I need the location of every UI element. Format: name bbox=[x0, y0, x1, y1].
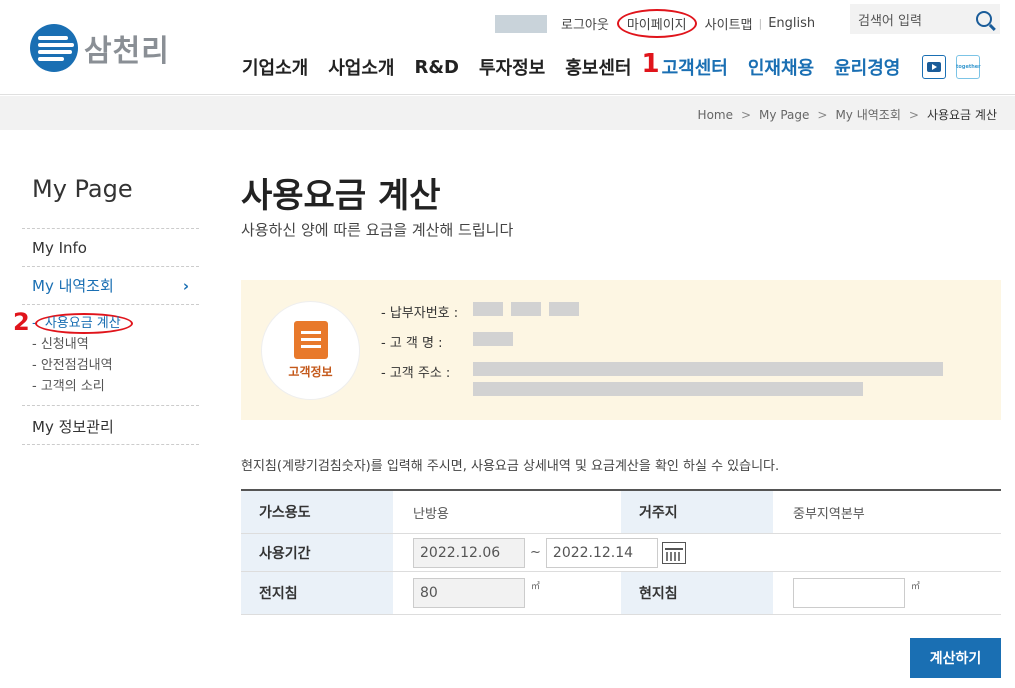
document-icon bbox=[293, 321, 328, 359]
curr-unit: ㎥ bbox=[911, 581, 921, 592]
side-nav-history[interactable]: My 내역조회 › bbox=[22, 266, 199, 304]
utility-nav: 로그아웃 마이페이지 사이트맵 | English bbox=[495, 9, 821, 38]
crumb-mypage[interactable]: My Page bbox=[759, 108, 809, 122]
side-nav-my-info-label: My Info bbox=[32, 238, 87, 257]
site-header: 삼천리 로그아웃 마이페이지 사이트맵 | English 검색어 입력 기업소… bbox=[0, 0, 1015, 95]
page-description: 사용하신 양에 따른 요금을 계산해 드립니다 bbox=[241, 221, 514, 239]
period-to-input[interactable]: 2022.12.14 bbox=[545, 537, 658, 568]
payer-number-row: - 납부자번호 : bbox=[381, 302, 951, 321]
sns-links: together bbox=[922, 55, 981, 79]
customer-name-value-blurred bbox=[473, 332, 521, 350]
logo-text: 삼천리 bbox=[84, 34, 170, 69]
prev-reading-input[interactable]: 80 bbox=[413, 578, 525, 608]
address-row: - 고객 주소 : bbox=[381, 362, 951, 396]
youtube-icon[interactable] bbox=[922, 55, 947, 79]
side-nav-my-info[interactable]: My Info bbox=[22, 228, 199, 266]
chevron-right-icon: > bbox=[817, 107, 828, 122]
customer-info-label: 고객정보 bbox=[288, 365, 333, 379]
customer-info-badge: 고객정보 bbox=[261, 301, 360, 400]
together-icon[interactable]: together bbox=[956, 55, 981, 79]
mypage-link[interactable]: 마이페이지 bbox=[616, 9, 697, 38]
chevron-right-icon: > bbox=[740, 107, 752, 122]
table-row: 전지침 80 ㎥ 현지침 ㎥ bbox=[241, 572, 1001, 615]
english-link[interactable]: English bbox=[762, 16, 821, 31]
nav-customer[interactable]: 고객센터 bbox=[662, 54, 728, 80]
address-value-blurred bbox=[473, 362, 951, 396]
sub-item-applications[interactable]: - 신청내역 bbox=[32, 334, 199, 355]
sub-item-safety-label: 안전점검내역 bbox=[40, 358, 113, 373]
side-nav-title: My Page bbox=[32, 175, 133, 203]
sub-item-voice[interactable]: - 고객의 소리 bbox=[32, 376, 199, 397]
breadcrumb: Home > My Page > My 내역조회 > 사용요금 계산 bbox=[698, 106, 997, 123]
logo-mark-icon bbox=[30, 24, 78, 72]
side-nav-profile-label: My 정보관리 bbox=[32, 418, 114, 436]
side-nav: My Page My Info My 내역조회 › 2 - 사용요금 계산 - … bbox=[13, 175, 199, 445]
curr-reading-cell: ㎥ bbox=[773, 572, 1001, 614]
customer-info-rows: - 납부자번호 : - 고 객 명 : - 고객 주소 : bbox=[381, 302, 951, 407]
nav-rnd[interactable]: R&D bbox=[415, 57, 460, 78]
search-input[interactable]: 검색어 입력 bbox=[858, 10, 922, 29]
sub-item-fee-calc-label: 사용요금 계산 bbox=[34, 313, 133, 334]
calculate-button[interactable]: 계산하기 bbox=[910, 638, 1001, 678]
sub-item-fee-calc[interactable]: - 사용요금 계산 bbox=[32, 313, 199, 334]
period-separator: ~ bbox=[530, 545, 541, 560]
customer-name-label: - 고 객 명 : bbox=[381, 336, 443, 351]
prev-reading-cell: 80 ㎥ bbox=[393, 572, 621, 614]
crumb-current: 사용요금 계산 bbox=[926, 108, 997, 122]
period-label: 사용기간 bbox=[241, 534, 393, 571]
sub-item-applications-label: 신청내역 bbox=[40, 337, 89, 352]
nav-company[interactable]: 기업소개 bbox=[242, 54, 308, 80]
payer-number-label: - 납부자번호 : bbox=[381, 306, 459, 321]
logout-link[interactable]: 로그아웃 bbox=[555, 14, 615, 33]
breadcrumb-bar: Home > My Page > My 내역조회 > 사용요금 계산 bbox=[0, 96, 1015, 130]
nav-pr[interactable]: 홍보센터 bbox=[565, 54, 631, 80]
main-nav: 기업소개 사업소개 R&D 투자정보 홍보센터 1 고객센터 인재채용 윤리경영… bbox=[242, 49, 981, 82]
customer-info-box: 고객정보 - 납부자번호 : - 고 객 명 : - 고객 주소 : bbox=[241, 280, 1001, 420]
page-title: 사용요금 계산 bbox=[241, 176, 441, 216]
annotation-2: 2 bbox=[13, 308, 30, 336]
search-box[interactable]: 검색어 입력 bbox=[850, 4, 1000, 34]
fee-form-table: 가스용도 난방용 거주지 중부지역본부 사용기간 2022.12.06 ~ 20… bbox=[241, 489, 1001, 615]
gas-use-value: 난방용 bbox=[413, 506, 449, 522]
gas-use-label: 가스용도 bbox=[241, 491, 393, 533]
sub-item-voice-label: 고객의 소리 bbox=[40, 379, 105, 394]
annotation-1: 1 bbox=[641, 49, 660, 79]
side-nav-profile[interactable]: My 정보관리 bbox=[22, 405, 199, 445]
curr-reading-input[interactable] bbox=[793, 578, 905, 608]
region-value: 중부지역본부 bbox=[793, 506, 865, 522]
chevron-right-icon: > bbox=[908, 107, 919, 122]
address-label: - 고객 주소 : bbox=[381, 366, 451, 381]
nav-business[interactable]: 사업소개 bbox=[328, 54, 394, 80]
chevron-right-icon: › bbox=[182, 276, 189, 295]
customer-name-row: - 고 객 명 : bbox=[381, 332, 951, 351]
table-row: 사용기간 2022.12.06 ~ 2022.12.14 bbox=[241, 534, 1001, 572]
calendar-icon[interactable] bbox=[661, 541, 686, 564]
crumb-history[interactable]: My 내역조회 bbox=[835, 106, 900, 123]
logo[interactable]: 삼천리 bbox=[30, 24, 170, 72]
table-row: 가스용도 난방용 거주지 중부지역본부 bbox=[241, 491, 1001, 534]
region-label: 거주지 bbox=[621, 491, 773, 533]
nav-investor[interactable]: 투자정보 bbox=[479, 54, 545, 80]
sub-item-safety[interactable]: - 안전점검내역 bbox=[32, 355, 199, 376]
payer-number-value-blurred bbox=[473, 302, 587, 320]
period-cell: 2022.12.06 ~ 2022.12.14 bbox=[393, 534, 1001, 571]
curr-reading-label: 현지침 bbox=[621, 572, 773, 614]
side-nav-sub-list: 2 - 사용요금 계산 - 신청내역 - 안전점검내역 - 고객의 소리 bbox=[13, 304, 199, 405]
period-from-input[interactable]: 2022.12.06 bbox=[413, 537, 525, 568]
side-nav-history-label: My 내역조회 bbox=[32, 277, 114, 295]
prev-reading-label: 전지침 bbox=[241, 572, 393, 614]
nav-ethics[interactable]: 윤리경영 bbox=[834, 54, 900, 80]
nav-careers[interactable]: 인재채용 bbox=[748, 54, 814, 80]
crumb-home[interactable]: Home bbox=[698, 108, 733, 122]
sitemap-link[interactable]: 사이트맵 bbox=[699, 14, 759, 33]
notice-text: 현지침(계량기검침숫자)를 입력해 주시면, 사용요금 상세내역 및 요금계산을… bbox=[241, 459, 780, 474]
prev-unit: ㎥ bbox=[531, 581, 541, 592]
user-name-blurred bbox=[495, 14, 547, 33]
search-icon[interactable] bbox=[976, 11, 992, 27]
